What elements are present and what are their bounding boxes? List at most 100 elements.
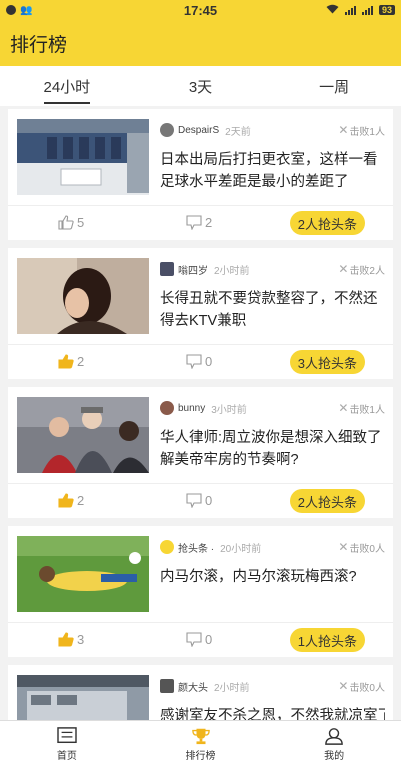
thumbs-up-icon <box>58 632 74 647</box>
tab-week[interactable]: 一周 <box>267 66 401 106</box>
signal-icon <box>344 5 356 15</box>
author-name[interactable]: bunny <box>178 403 205 414</box>
close-icon: ✕ <box>338 540 349 554</box>
beat-label: 击败2人 <box>349 265 385 277</box>
post-actions: 5 2 2人抢头条 <box>8 206 393 240</box>
tab-24h[interactable]: 24小时 <box>0 66 134 106</box>
header: 排行榜 <box>0 20 401 66</box>
post-thumbnail[interactable] <box>17 119 149 195</box>
ranking-list[interactable]: DespairS 2天前 ✕ 击败1人 日本出局后打扫更衣室，这样一看足球水平差距… <box>0 106 401 720</box>
comment-button[interactable]: 0 <box>186 493 212 508</box>
beat-count: ✕ 击败0人 <box>338 679 385 694</box>
post-title[interactable]: 内马尔滚，内马尔滚玩梅西滚? <box>160 566 385 588</box>
grab-headline-button[interactable]: 2人抢头条 <box>289 211 365 235</box>
author-name[interactable]: 颜大头 <box>178 679 208 694</box>
like-button[interactable]: 3 <box>58 632 84 647</box>
beat-count: ✕ 击败0人 <box>338 540 385 555</box>
post-title[interactable]: 感谢室友不杀之恩，不然我就凉室了 <box>160 705 385 720</box>
post-card[interactable]: bunny 3小时前 ✕ 击败1人 华人律师:周立波你是想深入细致了解美帝牢房的节… <box>8 387 393 518</box>
post-time: 2天前 <box>225 126 251 138</box>
wifi-icon <box>326 4 339 17</box>
thumbs-up-icon <box>58 493 74 508</box>
close-icon: ✕ <box>338 262 349 276</box>
post-time: 2小时前 <box>214 265 250 277</box>
post-card[interactable]: DespairS 2天前 ✕ 击败1人 日本出局后打扫更衣室，这样一看足球水平差距… <box>8 109 393 240</box>
beat-count: ✕ 击败2人 <box>338 262 385 277</box>
comment-count: 0 <box>205 632 213 647</box>
comment-count: 0 <box>205 354 213 369</box>
beat-label: 击败1人 <box>349 126 385 138</box>
page-title: 排行榜 <box>10 34 68 56</box>
post-thumbnail[interactable] <box>17 536 149 612</box>
notification-icon <box>6 5 16 15</box>
post-meta: bunny 3小时前 ✕ 击败1人 <box>160 400 385 416</box>
like-count: 5 <box>77 215 85 230</box>
author-name[interactable]: DespairS <box>178 125 219 136</box>
post-meta: DespairS 2天前 ✕ 击败1人 <box>160 122 385 138</box>
comment-button[interactable]: 2 <box>186 215 212 230</box>
post-actions: 2 0 2人抢头条 <box>8 484 393 518</box>
thumbs-up-icon <box>58 215 74 230</box>
grab-headline-button[interactable]: 2人抢头条 <box>289 489 365 513</box>
post-title[interactable]: 长得丑就不要贷款整容了，不然还得去KTV兼职 <box>160 288 385 332</box>
author-name[interactable]: 抢头条 · <box>178 540 214 555</box>
like-count: 3 <box>77 632 85 647</box>
post-card[interactable]: 颜大头 2小时前 ✕ 击败0人 感谢室友不杀之恩，不然我就凉室了 <box>8 665 393 720</box>
comment-count: 0 <box>205 493 213 508</box>
nav-ranking[interactable]: 排行榜 <box>134 721 268 762</box>
grab-headline-button[interactable]: 1人抢头条 <box>289 628 365 652</box>
like-button[interactable]: 2 <box>58 493 84 508</box>
post-actions: 2 0 3人抢头条 <box>8 345 393 379</box>
people-icon: 👥 <box>20 4 33 16</box>
post-thumbnail[interactable] <box>17 258 149 334</box>
comment-icon <box>186 354 202 369</box>
post-time: 20小时前 <box>220 543 262 555</box>
post-card[interactable]: 抢头条 · 20小时前 ✕ 击败0人 内马尔滚，内马尔滚玩梅西滚? 3 0 1人抢… <box>8 526 393 657</box>
close-icon: ✕ <box>338 679 349 693</box>
thumbs-up-icon <box>58 354 74 369</box>
avatar[interactable] <box>160 401 174 415</box>
tab-bar: 24小时 3天 一周 <box>0 66 401 106</box>
post-title[interactable]: 华人律师:周立波你是想深入细致了解美帝牢房的节奏啊? <box>160 427 385 471</box>
avatar[interactable] <box>160 262 174 276</box>
beat-label: 击败1人 <box>349 404 385 416</box>
comment-button[interactable]: 0 <box>186 354 212 369</box>
battery-icon: 93 <box>378 5 395 15</box>
comment-button[interactable]: 0 <box>186 632 212 647</box>
post-meta: 嗡四岁 2小时前 ✕ 击败2人 <box>160 261 385 277</box>
like-button[interactable]: 2 <box>58 354 84 369</box>
post-thumbnail[interactable] <box>17 397 149 473</box>
status-time: 17:45 <box>183 2 218 18</box>
nav-home-label: 首页 <box>56 751 77 762</box>
post-title[interactable]: 日本出局后打扫更衣室，这样一看足球水平差距是最小的差距了 <box>160 149 385 193</box>
tab-3days[interactable]: 3天 <box>134 66 268 106</box>
post-meta: 颜大头 2小时前 ✕ 击败0人 <box>160 678 385 694</box>
nav-home[interactable]: 首页 <box>0 721 134 762</box>
avatar[interactable] <box>160 540 174 554</box>
comment-count: 2 <box>205 215 213 230</box>
author-name[interactable]: 嗡四岁 <box>178 262 208 277</box>
trophy-icon <box>191 728 210 745</box>
bottom-nav: 首页 排行榜 我的 <box>0 720 401 762</box>
nav-mine-label: 我的 <box>324 751 345 762</box>
nav-mine[interactable]: 我的 <box>267 721 401 762</box>
home-icon <box>57 727 77 744</box>
avatar[interactable] <box>160 123 174 137</box>
post-card[interactable]: 嗡四岁 2小时前 ✕ 击败2人 长得丑就不要贷款整容了，不然还得去KTV兼职 2 … <box>8 248 393 379</box>
signal-icon-2 <box>361 5 373 15</box>
nav-ranking-label: 排行榜 <box>185 751 216 762</box>
like-count: 2 <box>77 354 85 369</box>
beat-label: 击败0人 <box>349 682 385 694</box>
comment-icon <box>186 632 202 647</box>
beat-count: ✕ 击败1人 <box>338 123 385 138</box>
post-thumbnail[interactable] <box>17 675 149 720</box>
close-icon: ✕ <box>338 123 349 137</box>
beat-label: 击败0人 <box>349 543 385 555</box>
beat-count: ✕ 击败1人 <box>338 401 385 416</box>
close-icon: ✕ <box>338 401 349 415</box>
like-count: 2 <box>77 493 85 508</box>
grab-headline-button[interactable]: 3人抢头条 <box>289 350 365 374</box>
like-button[interactable]: 5 <box>58 215 84 230</box>
avatar[interactable] <box>160 679 174 693</box>
post-actions: 3 0 1人抢头条 <box>8 623 393 657</box>
